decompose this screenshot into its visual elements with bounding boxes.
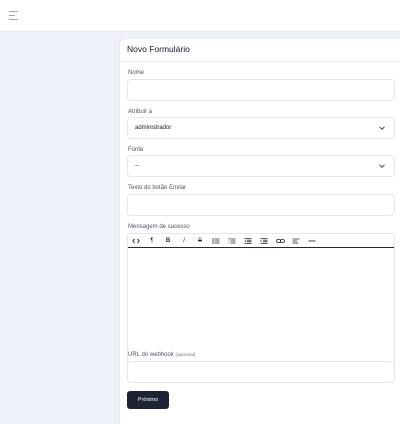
assign-label: Atribuir a [128, 109, 153, 115]
align-left-icon[interactable] [291, 236, 301, 246]
webhook-label-text: URL do webhook [128, 352, 174, 358]
assign-value: administrador [135, 125, 172, 131]
success-message-label: Mensagem de sucesso [128, 224, 190, 230]
success-message-editor[interactable]: ¶ B I S [127, 233, 395, 381]
name-field[interactable] [127, 79, 395, 101]
name-label: Nome [128, 70, 145, 76]
strikethrough-button[interactable]: S [195, 236, 205, 246]
webhook-label: URL do webhook (opcional) [128, 352, 195, 358]
paragraph-button[interactable]: ¶ [147, 236, 157, 246]
page-title: Novo Formulário [127, 44, 190, 54]
source-value: -- [135, 163, 139, 169]
webhook-optional-text: (opcional) [175, 352, 196, 357]
indent-icon[interactable] [259, 236, 269, 246]
source-label: Fonte [128, 147, 144, 153]
menu-icon[interactable] [9, 11, 19, 20]
title-divider [120, 61, 400, 62]
submit-text-label: Texto do botão Enviar [128, 185, 187, 191]
code-icon[interactable] [131, 236, 141, 246]
horizontal-rule-icon[interactable] [307, 236, 317, 246]
next-button[interactable]: Próximo [127, 391, 169, 409]
submit-text-field[interactable] [127, 194, 395, 216]
top-bar [0, 0, 400, 32]
italic-button[interactable]: I [179, 236, 189, 246]
form-card: Novo Formulário Nome Atribuir a administ… [120, 39, 400, 424]
chevron-down-icon [379, 164, 385, 169]
outdent-icon[interactable] [243, 236, 253, 246]
webhook-url-field[interactable] [127, 361, 395, 383]
chevron-down-icon [379, 126, 385, 131]
editor-toolbar: ¶ B I S [128, 234, 394, 248]
source-select[interactable]: -- [127, 155, 395, 177]
ordered-list-icon[interactable] [227, 236, 237, 246]
bold-button[interactable]: B [163, 236, 173, 246]
link-icon[interactable] [275, 236, 285, 246]
bullet-list-icon[interactable] [211, 236, 221, 246]
assign-select[interactable]: administrador [127, 117, 395, 139]
